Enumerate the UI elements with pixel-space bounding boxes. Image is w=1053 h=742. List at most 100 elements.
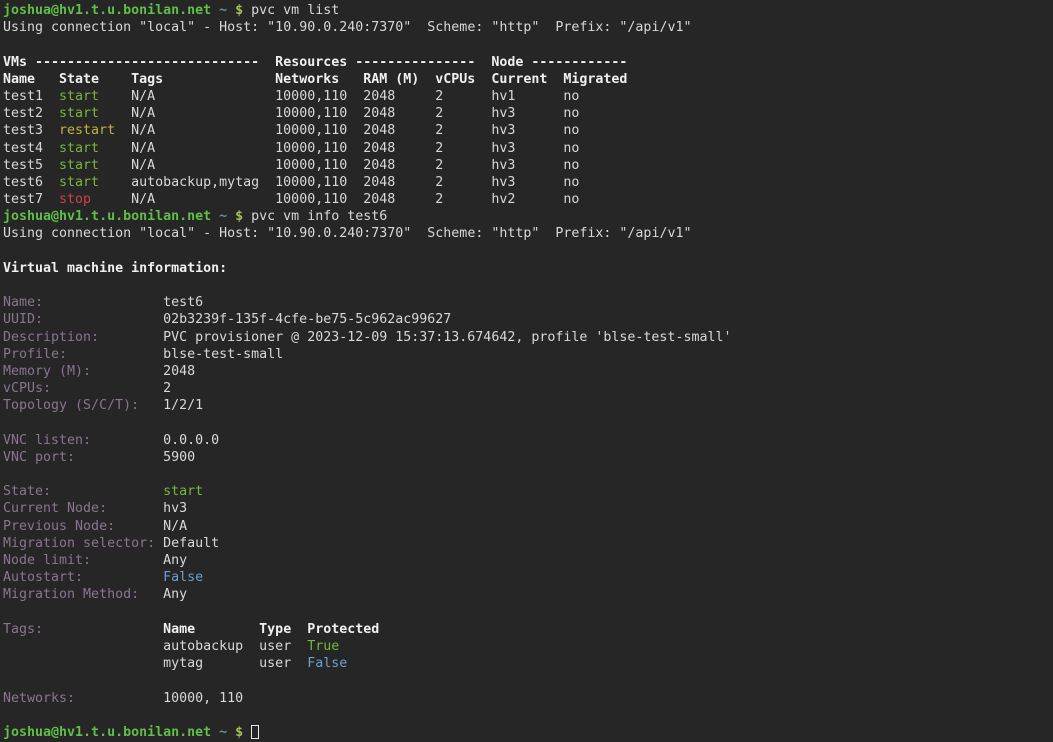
- prompt-cwd: ~: [219, 208, 227, 225]
- prompt-symbol: $: [235, 724, 243, 741]
- prompt-cwd: ~: [219, 2, 227, 19]
- field-value: PVC provisioner @ 2023-12-09 15:37:13.67…: [163, 329, 731, 346]
- vm-name: test2: [3, 105, 43, 122]
- vm-name: test6: [3, 174, 43, 191]
- prompt-line-1: joshua@hv1.t.u.bonilan.net ~ $ pvc vm li…: [0, 2, 1053, 19]
- prompt-user-host: joshua@hv1.t.u.bonilan.net: [3, 2, 211, 19]
- vm-vcpus: 2: [435, 140, 443, 157]
- blank-line: [0, 604, 1053, 621]
- vm-networks: 10000,110: [275, 140, 347, 157]
- prompt-line-3: joshua@hv1.t.u.bonilan.net ~ $: [0, 724, 1053, 741]
- vm-migrated: no: [563, 191, 579, 208]
- vm-tags: N/A: [131, 122, 155, 139]
- field-label: Profile:: [3, 346, 67, 363]
- command-vm-info: pvc vm info test6: [251, 208, 387, 225]
- vm-state: start: [59, 105, 99, 122]
- info-field: VNC port: 5900: [0, 449, 1053, 466]
- col-header-current: Current: [491, 71, 547, 88]
- vm-state: start: [59, 157, 99, 174]
- vm-migrated: no: [563, 122, 579, 139]
- field-value: 2: [163, 380, 171, 397]
- info-field: Migration Method: Any: [0, 586, 1053, 603]
- vm-ram: 2048: [363, 191, 395, 208]
- tags-label: Tags:: [3, 621, 43, 638]
- vm-state: restart: [59, 122, 115, 139]
- info-field: UUID: 02b3239f-135f-4cfe-be75-5c962ac996…: [0, 311, 1053, 328]
- col-header-state: State: [59, 71, 99, 88]
- vm-vcpus: 2: [435, 157, 443, 174]
- vm-networks: 10000,110: [275, 191, 347, 208]
- prompt-cwd: ~: [219, 724, 227, 741]
- terminal-screen[interactable]: joshua@hv1.t.u.bonilan.net ~ $ pvc vm li…: [0, 0, 1053, 742]
- tag-protected: False: [307, 655, 347, 672]
- tag-name: mytag: [163, 655, 203, 672]
- field-label: VNC listen:: [3, 432, 91, 449]
- vm-name: test5: [3, 157, 43, 174]
- field-label: vCPUs:: [3, 380, 51, 397]
- info-field: Memory (M): 2048: [0, 363, 1053, 380]
- vm-migrated: no: [563, 174, 579, 191]
- info-field: State: start: [0, 483, 1053, 500]
- vm-node: hv3: [491, 157, 515, 174]
- info-field: VNC listen: 0.0.0.0: [0, 432, 1053, 449]
- vm-ram: 2048: [363, 122, 395, 139]
- tag-type: user: [259, 638, 291, 655]
- info-field: vCPUs: 2: [0, 380, 1053, 397]
- vm-list-section-header-text: VMs ---------------------------- Resourc…: [3, 54, 627, 71]
- vm-ram: 2048: [363, 174, 395, 191]
- blank-line: [0, 243, 1053, 260]
- field-value: N/A: [163, 518, 187, 535]
- vm-name: test1: [3, 88, 43, 105]
- field-value: 1/2/1: [163, 397, 203, 414]
- vm-ram: 2048: [363, 157, 395, 174]
- vm-ram: 2048: [363, 88, 395, 105]
- vm-node: hv3: [491, 122, 515, 139]
- vm-name: test4: [3, 140, 43, 157]
- field-value-autostart: False: [163, 569, 203, 586]
- blank-line: [0, 277, 1053, 294]
- vm-migrated: no: [563, 140, 579, 157]
- vm-networks: 10000,110: [275, 88, 347, 105]
- col-header-tags: Tags: [131, 71, 163, 88]
- col-header-vcpus: vCPUs: [435, 71, 475, 88]
- vm-migrated: no: [563, 88, 579, 105]
- field-label: Description:: [3, 329, 99, 346]
- tag-row: autobackup user True: [0, 638, 1053, 655]
- info-field: Current Node: hv3: [0, 500, 1053, 517]
- vm-tags: N/A: [131, 88, 155, 105]
- vm-node: hv2: [491, 191, 515, 208]
- table-row: test2 start N/A 10000,110 2048 2 hv3 no: [0, 105, 1053, 122]
- field-label: VNC port:: [3, 449, 75, 466]
- field-label: Node limit:: [3, 552, 91, 569]
- info-field: Autostart: False: [0, 569, 1053, 586]
- blank-line: [0, 707, 1053, 724]
- field-label: State:: [3, 483, 51, 500]
- vm-info-title-text: Virtual machine information:: [3, 260, 227, 277]
- vm-node: hv1: [491, 88, 515, 105]
- table-row: test3 restart N/A 10000,110 2048 2 hv3 n…: [0, 122, 1053, 139]
- vm-info-title: Virtual machine information:: [0, 260, 1053, 277]
- vm-vcpus: 2: [435, 191, 443, 208]
- vm-list-column-header: Name State Tags Networks RAM (M) vCPUs C…: [0, 71, 1053, 88]
- field-value: Any: [163, 552, 187, 569]
- info-field: Name: test6: [0, 294, 1053, 311]
- info-field: Profile: blse-test-small: [0, 346, 1053, 363]
- networks-row: Networks: 10000, 110: [0, 690, 1053, 707]
- table-row: test5 start N/A 10000,110 2048 2 hv3 no: [0, 157, 1053, 174]
- table-row: test7 stop N/A 10000,110 2048 2 hv2 no: [0, 191, 1053, 208]
- vm-state: stop: [59, 191, 91, 208]
- vm-name: test3: [3, 122, 43, 139]
- tag-name: autobackup: [163, 638, 243, 655]
- field-label: Previous Node:: [3, 518, 115, 535]
- col-header-networks: Networks: [275, 71, 339, 88]
- vm-tags: N/A: [131, 157, 155, 174]
- field-label: Memory (M):: [3, 363, 91, 380]
- vm-tags: autobackup,mytag: [131, 174, 259, 191]
- connection-text: Using connection "local" - Host: "10.90.…: [3, 19, 691, 36]
- blank-line: [0, 672, 1053, 689]
- tags-col-name: Name: [163, 621, 195, 638]
- field-value: 2048: [163, 363, 195, 380]
- info-field: Migration selector: Default: [0, 535, 1053, 552]
- tag-type: user: [259, 655, 291, 672]
- connection-line: Using connection "local" - Host: "10.90.…: [0, 19, 1053, 36]
